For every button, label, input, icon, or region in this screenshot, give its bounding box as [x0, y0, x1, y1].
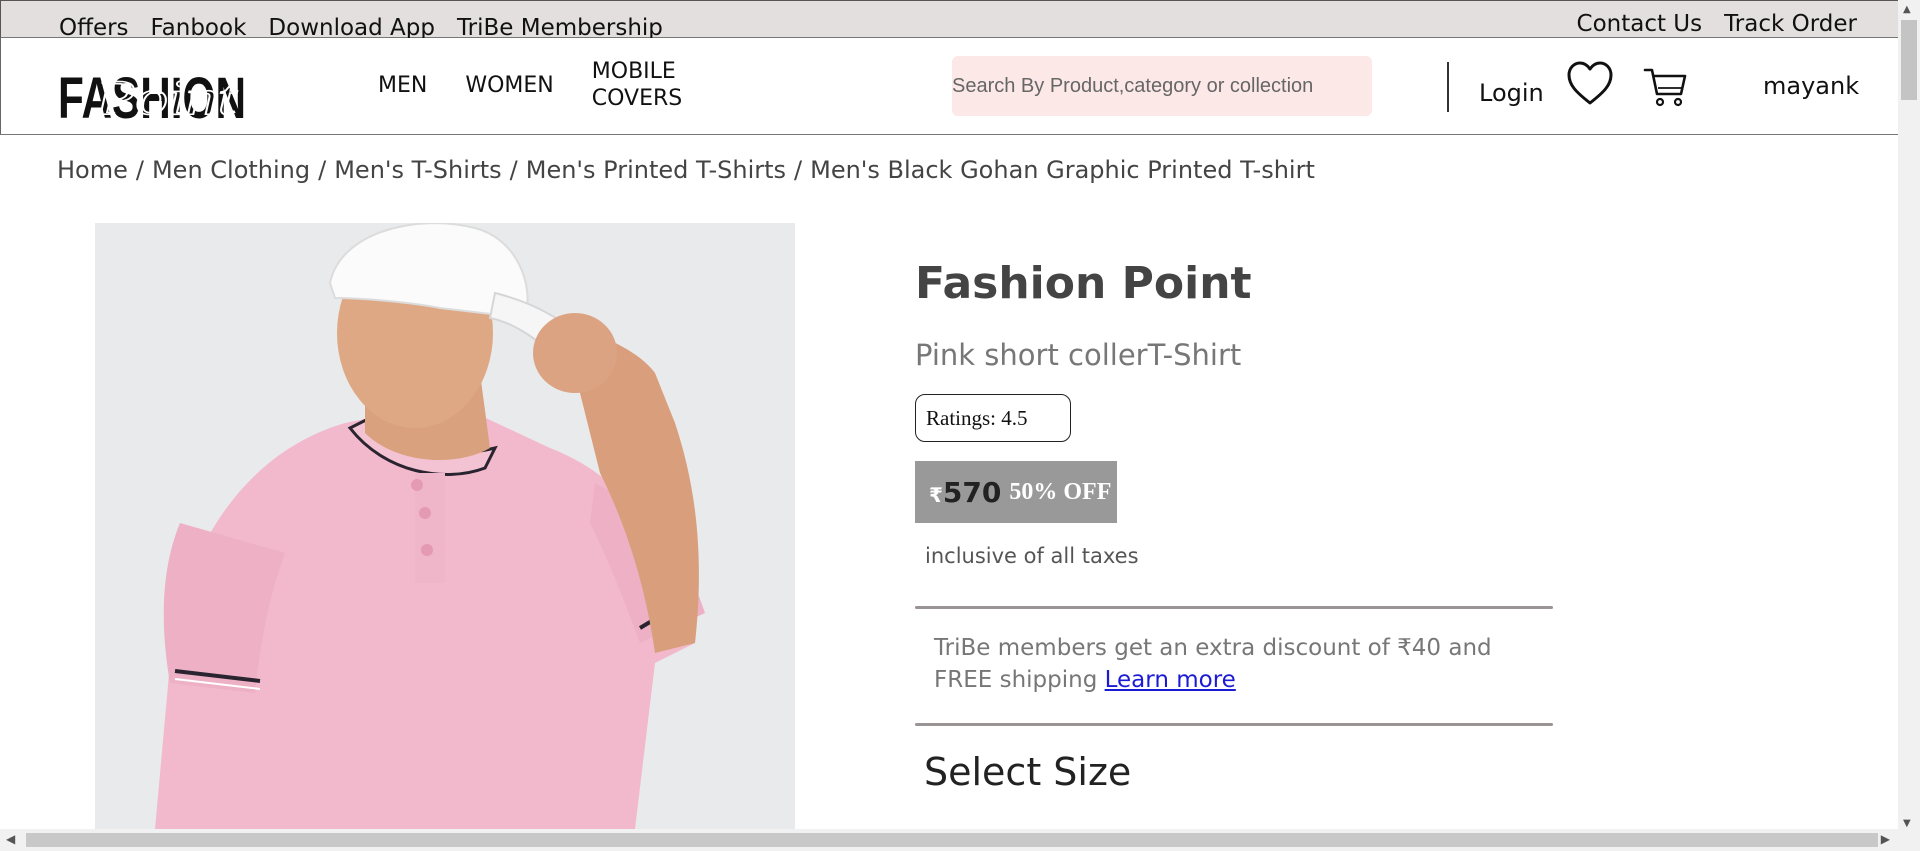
product-photo-illustration [95, 223, 795, 829]
logo-text-script: Point [95, 69, 238, 124]
product-image[interactable] [95, 223, 795, 829]
tribe-offer: TriBe members get an extra discount of ₹… [934, 632, 1534, 696]
nav-women[interactable]: WOMEN [465, 73, 553, 98]
breadcrumb-separator: / [135, 156, 144, 184]
breadcrumb-mens-tshirts[interactable]: Men's T-Shirts [334, 156, 501, 184]
breadcrumb: Home / Men Clothing / Men's T-Shirts / M… [57, 156, 1315, 184]
horizontal-scroll-thumb[interactable] [26, 833, 1878, 847]
breadcrumb-mens-printed-tshirts[interactable]: Men's Printed T-Shirts [526, 156, 786, 184]
price-box: ₹570 50% OFF [915, 461, 1117, 523]
main-header: FASHION Point MEN WOMEN MOBILE COVERS Lo… [0, 38, 1920, 135]
breadcrumb-separator: / [509, 156, 518, 184]
section-divider-bottom [915, 723, 1553, 726]
cart-icon[interactable] [1643, 66, 1687, 108]
wishlist-heart-icon[interactable] [1566, 60, 1614, 108]
top-utility-bar: Offers Fanbook Download App TriBe Member… [0, 0, 1920, 41]
user-account-name[interactable]: mayank [1763, 72, 1859, 100]
select-size-heading: Select Size [924, 750, 1132, 794]
nav-men[interactable]: MEN [378, 73, 427, 98]
learn-more-link[interactable]: Learn more [1105, 667, 1236, 693]
scroll-right-arrow-icon[interactable]: ▶ [1881, 832, 1890, 846]
track-order-link[interactable]: Track Order [1724, 11, 1857, 37]
login-button[interactable]: Login [1479, 79, 1544, 107]
nav-mobile-covers[interactable]: MOBILE COVERS [592, 58, 683, 112]
header-divider [1447, 62, 1449, 112]
breadcrumb-separator: / [318, 156, 327, 184]
horizontal-scrollbar[interactable]: ◀ ▶ [0, 829, 1920, 851]
contact-us-link[interactable]: Contact Us [1577, 11, 1703, 37]
nav-mobile-covers-line2: COVERS [591, 86, 683, 111]
breadcrumb-current-product: Men's Black Gohan Graphic Printed T-shir… [810, 156, 1315, 184]
main-nav: MEN WOMEN MOBILE COVERS [378, 58, 720, 112]
search-input[interactable] [952, 56, 1372, 116]
scroll-left-arrow-icon[interactable]: ◀ [6, 832, 15, 846]
scroll-down-arrow-icon[interactable]: ▼ [1903, 818, 1911, 829]
product-brand: Fashion Point [915, 258, 1252, 309]
product-name: Pink short collerT-Shirt [915, 338, 1242, 372]
vertical-scroll-thumb[interactable] [1901, 20, 1917, 100]
scroll-up-arrow-icon[interactable]: ▲ [1903, 4, 1911, 15]
section-divider-top [915, 606, 1553, 609]
top-right-links: Contact Us Track Order [1577, 11, 1857, 37]
breadcrumb-home[interactable]: Home [57, 156, 128, 184]
tax-note: inclusive of all taxes [925, 544, 1139, 568]
breadcrumb-men-clothing[interactable]: Men Clothing [152, 156, 310, 184]
nav-mobile-covers-line1: MOBILE [591, 59, 676, 84]
discount-label: 50% OFF [1009, 478, 1112, 505]
search-box [952, 56, 1372, 116]
breadcrumb-separator: / [794, 156, 803, 184]
product-price: ₹570 [929, 476, 1001, 509]
fashion-point-logo[interactable]: FASHION Point [58, 52, 248, 124]
currency-symbol: ₹ [929, 482, 943, 507]
price-value: 570 [942, 475, 1002, 509]
vertical-scrollbar[interactable]: ▲ ▼ [1898, 0, 1920, 851]
rating-badge: Ratings: 4.5 [915, 394, 1071, 442]
